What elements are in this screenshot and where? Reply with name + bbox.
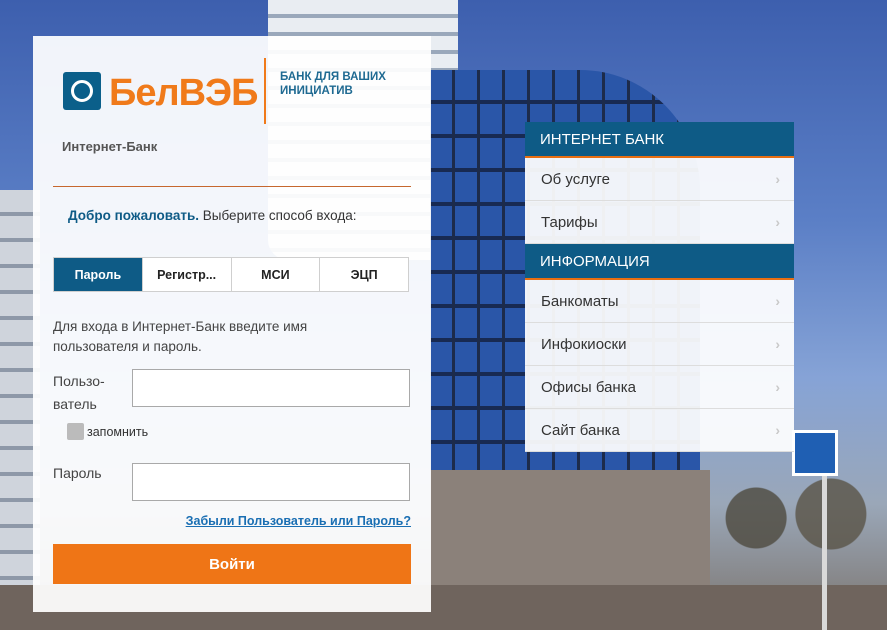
menu-item-label: Офисы банка [541, 378, 636, 396]
username-label-line1: Пользо- [53, 373, 105, 389]
chevron-right-icon: › [775, 214, 780, 230]
bank-logo[interactable]: БелВЭБ [63, 70, 263, 116]
menu-header-information: ИНФОРМАЦИЯ [525, 244, 794, 280]
tab-registration[interactable]: Регистр... [143, 258, 232, 291]
password-label: Пароль [53, 465, 102, 481]
divider [53, 186, 411, 187]
menu-item-tariffs[interactable]: Тарифы › [525, 201, 794, 244]
password-input[interactable] [132, 463, 410, 501]
menu-item-kiosks[interactable]: Инфокиоски › [525, 323, 794, 366]
menu-item-about[interactable]: Об услуге › [525, 158, 794, 201]
logo-slogan: БАНК ДЛЯ ВАШИХ ИНИЦИАТИВ [280, 71, 386, 97]
forgot-credentials-link[interactable]: Забыли Пользователь или Пароль? [186, 514, 411, 528]
menu-item-atms[interactable]: Банкоматы › [525, 280, 794, 323]
menu-item-label: Тарифы [541, 213, 598, 231]
side-menu: ИНТЕРНЕТ БАНК Об услуге › Тарифы › ИНФОР… [525, 122, 794, 452]
menu-item-label: Инфокиоски [541, 335, 627, 353]
background-trees [700, 470, 887, 550]
menu-item-offices[interactable]: Офисы банка › [525, 366, 794, 409]
tab-msi[interactable]: МСИ [232, 258, 321, 291]
remember-checkbox[interactable] [67, 423, 84, 440]
menu-item-label: Об услуге [541, 170, 610, 188]
menu-header-internet-bank: ИНТЕРНЕТ БАНК [525, 122, 794, 158]
menu-item-label: Сайт банка [541, 421, 620, 439]
logo-text: БелВЭБ [109, 72, 258, 114]
login-button[interactable]: Войти [53, 544, 411, 584]
chevron-right-icon: › [775, 422, 780, 438]
logo-divider [264, 58, 266, 124]
chevron-right-icon: › [775, 293, 780, 309]
background-building-base [430, 470, 710, 590]
logo-mark-icon [63, 72, 101, 110]
welcome-bold: Добро пожаловать. [68, 208, 200, 223]
chevron-right-icon: › [775, 171, 780, 187]
username-input[interactable] [132, 369, 410, 407]
login-hint: Для входа в Интернет-Банк введите имя по… [53, 319, 308, 354]
login-method-tabs: Пароль Регистр... МСИ ЭЦП [53, 257, 409, 292]
remember-me[interactable]: запомнить [67, 423, 148, 440]
tab-password[interactable]: Пароль [54, 258, 143, 291]
page-title: Интернет-Банк [62, 139, 158, 154]
sign-pole [822, 476, 827, 630]
username-label-line2: ватель [53, 396, 97, 412]
chevron-right-icon: › [775, 379, 780, 395]
remember-label: запомнить [87, 424, 149, 439]
chevron-right-icon: › [775, 336, 780, 352]
welcome-rest: Выберите способ входа: [199, 208, 357, 223]
tab-ecp[interactable]: ЭЦП [320, 258, 408, 291]
menu-item-website[interactable]: Сайт банка › [525, 409, 794, 452]
welcome-text: Добро пожаловать. Выберите способ входа: [68, 208, 356, 223]
menu-item-label: Банкоматы [541, 292, 619, 310]
crosswalk-sign-icon [792, 430, 838, 476]
login-panel: БелВЭБ БАНК ДЛЯ ВАШИХ ИНИЦИАТИВ Интернет… [33, 36, 431, 612]
username-label: Пользо- ватель [53, 370, 133, 416]
